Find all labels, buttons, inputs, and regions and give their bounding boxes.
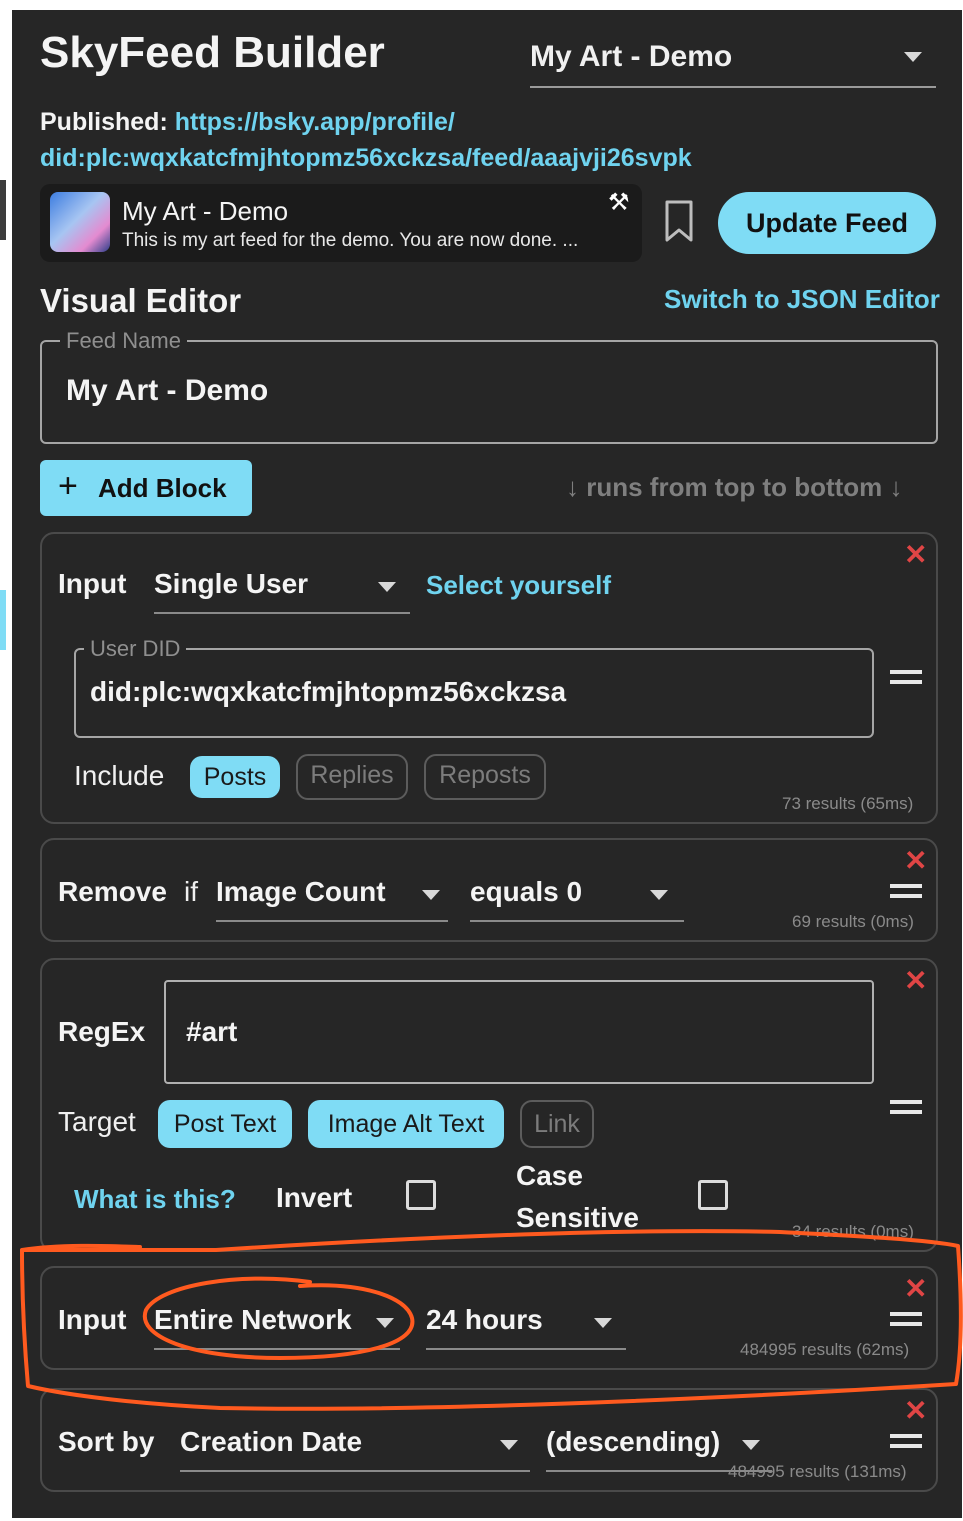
user-did-field[interactable]: User DID did:plc:wqxkatcfmjhtopmz56xckzs… (74, 636, 874, 738)
regex-input[interactable]: #art (164, 980, 874, 1084)
chip-replies[interactable]: Replies (296, 754, 408, 800)
results-count: 73 results (65ms) (782, 794, 914, 813)
user-did-value: did:plc:wqxkatcfmjhtopmz56xckzsa (90, 676, 567, 707)
drag-handle-icon[interactable] (890, 1312, 922, 1328)
tools-icon[interactable]: ⚒ (608, 188, 630, 217)
sort-block: ✕ Sort by Creation Date (descending) 484… (40, 1388, 938, 1492)
close-icon[interactable]: ✕ (904, 844, 927, 877)
sort-order-value: (descending) (546, 1426, 721, 1457)
chip-reposts[interactable]: Reposts (424, 754, 546, 800)
case-label-line2: Sensitive (516, 1202, 639, 1233)
feed-avatar (50, 192, 110, 252)
switch-json-editor-link[interactable]: Switch to JSON Editor (664, 284, 940, 315)
feed-name-legend: Feed Name (60, 328, 187, 354)
chevron-down-icon (422, 890, 440, 900)
block-label: RegEx (58, 1016, 146, 1047)
condition-operator-select[interactable]: equals 0 (470, 874, 684, 922)
sidebar-edge (0, 180, 6, 240)
published-label: Published: (40, 108, 168, 136)
regex-block: ✕ RegEx #art Target Post Text Image Alt … (40, 958, 938, 1252)
results-count: 484995 results (62ms) (740, 1340, 910, 1359)
block-label: Input (58, 568, 127, 599)
drag-handle-icon[interactable] (890, 1434, 922, 1450)
input-network-block: ✕ Input Entire Network 24 hours 484995 r… (40, 1266, 938, 1370)
remove-block: ✕ Remove if Image Count equals 0 69 resu… (40, 838, 938, 942)
run-order-hint: ↓ runs from top to bottom ↓ (566, 472, 903, 502)
chevron-down-icon (376, 1318, 394, 1328)
invert-checkbox[interactable] (406, 1180, 436, 1210)
include-label: Include (74, 760, 165, 791)
feed-name-field[interactable]: Feed Name My Art - Demo (40, 328, 938, 444)
input-type-select[interactable]: Entire Network (154, 1302, 400, 1350)
case-sensitive-checkbox[interactable] (698, 1180, 728, 1210)
chevron-down-icon (594, 1318, 612, 1328)
time-range-select[interactable]: 24 hours (426, 1302, 626, 1350)
published-info: Published: https://bsky.app/profile/ did… (40, 104, 920, 176)
results-count: 34 results (0ms) (792, 1222, 914, 1241)
chevron-down-icon (500, 1440, 518, 1450)
block-label: Remove (58, 876, 167, 907)
if-word: if (184, 876, 198, 907)
target-label: Target (58, 1106, 136, 1137)
add-block-button[interactable]: + Add Block (40, 460, 252, 516)
input-type-value: Single User (154, 568, 309, 599)
bookmark-icon[interactable] (664, 200, 694, 244)
regex-value: #art (186, 1016, 238, 1047)
chip-posts[interactable]: Posts (190, 756, 280, 798)
app-title: SkyFeed Builder (40, 28, 385, 77)
close-icon[interactable]: ✕ (904, 1394, 927, 1427)
results-count: 484995 results (131ms) (728, 1462, 907, 1481)
invert-label: Invert (276, 1182, 353, 1213)
visual-editor-title: Visual Editor (40, 282, 242, 319)
sort-field-value: Creation Date (180, 1426, 363, 1457)
sort-field-select[interactable]: Creation Date (180, 1424, 530, 1472)
drag-handle-icon[interactable] (890, 884, 922, 900)
feed-card-name: My Art - Demo (122, 196, 289, 226)
chevron-down-icon (904, 52, 922, 62)
results-count: 69 results (0ms) (792, 912, 914, 931)
chevron-down-icon (378, 582, 396, 592)
feed-select-value: My Art - Demo (530, 40, 733, 73)
feed-select[interactable]: My Art - Demo (530, 30, 936, 88)
add-block-label: Add Block (98, 473, 227, 503)
chip-image-alt-text[interactable]: Image Alt Text (308, 1100, 504, 1148)
what-is-this-link[interactable]: What is this? (74, 1184, 236, 1215)
close-icon[interactable]: ✕ (904, 538, 927, 571)
chevron-down-icon (742, 1440, 760, 1450)
block-label: Input (58, 1304, 127, 1335)
drag-handle-icon[interactable] (890, 670, 922, 686)
condition-field-select[interactable]: Image Count (216, 874, 448, 922)
sidebar-edge-active (0, 590, 6, 650)
time-range-value: 24 hours (426, 1304, 543, 1335)
feed-card-description: This is my art feed for the demo. You ar… (122, 230, 579, 251)
block-label: Sort by (58, 1426, 155, 1457)
drag-handle-icon[interactable] (890, 1100, 922, 1116)
update-feed-button[interactable]: Update Feed (718, 192, 936, 254)
published-url-line1[interactable]: https://bsky.app/profile/ (175, 108, 455, 136)
feed-card[interactable]: My Art - Demo This is my art feed for th… (40, 184, 642, 262)
chevron-down-icon (650, 890, 668, 900)
chip-post-text[interactable]: Post Text (158, 1100, 292, 1148)
condition-operator-value: equals 0 (470, 876, 583, 907)
plus-icon: + (58, 467, 78, 505)
input-type-select[interactable]: Single User (154, 566, 410, 614)
feed-name-value: My Art - Demo (66, 374, 269, 407)
input-block: ✕ Input Single User Select yourself User… (40, 532, 938, 824)
close-icon[interactable]: ✕ (904, 1272, 927, 1305)
select-yourself-link[interactable]: Select yourself (426, 570, 611, 601)
user-did-legend: User DID (84, 636, 187, 662)
condition-field-value: Image Count (216, 876, 386, 907)
close-icon[interactable]: ✕ (904, 964, 927, 997)
input-type-value: Entire Network (154, 1304, 352, 1335)
published-url-line2[interactable]: did:plc:wqxkatcfmjhtopmz56xckzsa/feed/aa… (40, 144, 692, 172)
chip-link[interactable]: Link (520, 1100, 594, 1148)
case-label-line1: Case (516, 1160, 583, 1191)
